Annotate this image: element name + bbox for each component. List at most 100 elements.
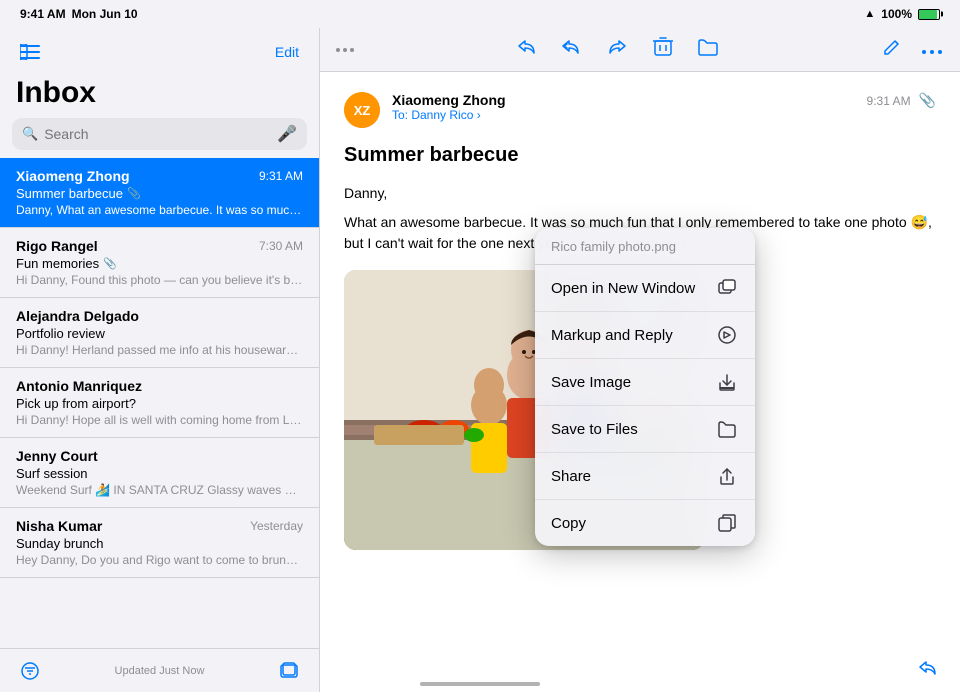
- filter-button[interactable]: [16, 657, 44, 685]
- share-label: Share: [551, 468, 591, 485]
- email-preview-2: Hi Danny, Found this photo — can you bel…: [16, 273, 303, 287]
- share-icon: [715, 464, 739, 488]
- context-menu-save-image[interactable]: Save Image: [535, 359, 755, 406]
- sidebar-icon: [20, 44, 40, 60]
- email-header-6: Nisha Kumar Yesterday: [16, 518, 303, 534]
- drag-handle: [336, 48, 354, 52]
- email-sender-1: Xiaomeng Zhong: [16, 168, 130, 184]
- context-menu-open-new-window[interactable]: Open in New Window: [535, 265, 755, 312]
- email-subject-4: Pick up from airport?: [16, 396, 303, 411]
- email-subject-2: Fun memories 📎: [16, 256, 303, 271]
- save-image-label: Save Image: [551, 374, 631, 391]
- email-header-4: Antonio Manriquez: [16, 378, 303, 394]
- copy-label: Copy: [551, 515, 586, 532]
- email-meta-right: 9:31 AM 📎: [867, 92, 936, 109]
- email-item-5[interactable]: Jenny Court Surf session Weekend Surf 🏄 …: [0, 438, 319, 508]
- move-button[interactable]: [695, 35, 721, 64]
- microphone-icon[interactable]: 🎤: [277, 124, 297, 144]
- battery-fill: [919, 10, 937, 19]
- email-sender-5: Jenny Court: [16, 448, 98, 464]
- email-time-2: 7:30 AM: [259, 239, 303, 253]
- email-header-5: Jenny Court: [16, 448, 303, 464]
- email-subject-5: Surf session: [16, 466, 303, 481]
- paperclip-icon-1: 📎: [127, 187, 141, 200]
- email-item-4[interactable]: Antonio Manriquez Pick up from airport? …: [0, 368, 319, 438]
- forward-icon: [607, 36, 629, 58]
- sidebar-footer: Updated Just Now: [0, 648, 319, 692]
- email-item-2[interactable]: Rigo Rangel 7:30 AM Fun memories 📎 Hi Da…: [0, 228, 319, 298]
- edit-button[interactable]: Edit: [271, 40, 303, 64]
- context-menu-markup-reply[interactable]: Markup and Reply: [535, 312, 755, 359]
- updated-text: Updated Just Now: [115, 665, 205, 677]
- markup-reply-label: Markup and Reply: [551, 327, 673, 344]
- reply-icon: [515, 36, 537, 58]
- battery-icon: [918, 9, 940, 20]
- wifi-icon: ▲: [864, 8, 875, 20]
- save-to-files-label: Save to Files: [551, 421, 638, 438]
- email-list: Xiaomeng Zhong 9:31 AM Summer barbecue 📎…: [0, 158, 319, 648]
- email-header-1: Xiaomeng Zhong 9:31 AM: [16, 168, 303, 184]
- email-sender-4: Antonio Manriquez: [16, 378, 142, 394]
- copy-icon: [715, 511, 739, 535]
- status-time: 9:41 AM: [20, 7, 66, 21]
- stack-icon-button[interactable]: [275, 657, 303, 685]
- status-bar-right: ▲ 100%: [864, 7, 940, 21]
- search-bar[interactable]: 🔍 🎤: [12, 118, 307, 150]
- markup-reply-icon: [715, 323, 739, 347]
- context-menu-share[interactable]: Share: [535, 453, 755, 500]
- status-bar-left: 9:41 AM Mon Jun 10: [20, 7, 138, 21]
- paperclip-icon-2: 📎: [103, 257, 117, 270]
- email-view: XZ Xiaomeng Zhong To: Danny Rico › 9:31 …: [320, 28, 960, 692]
- email-subject-6: Sunday brunch: [16, 536, 303, 551]
- battery-percent: 100%: [881, 7, 912, 21]
- home-indicator: [420, 682, 540, 686]
- email-from: Xiaomeng Zhong: [392, 92, 855, 108]
- email-sender-6: Nisha Kumar: [16, 518, 102, 534]
- context-menu: Rico family photo.png Open in New Window…: [535, 228, 755, 546]
- search-icon: 🔍: [22, 126, 38, 142]
- open-new-window-icon: [715, 276, 739, 300]
- email-item-1[interactable]: Xiaomeng Zhong 9:31 AM Summer barbecue 📎…: [0, 158, 319, 228]
- email-header-2: Rigo Rangel 7:30 AM: [16, 238, 303, 254]
- email-to: To: Danny Rico ›: [392, 108, 855, 122]
- email-header-3: Alejandra Delgado: [16, 308, 303, 324]
- save-to-files-icon: [715, 417, 739, 441]
- email-preview-1: Danny, What an awesome barbecue. It was …: [16, 203, 303, 217]
- forward-button[interactable]: [605, 34, 631, 65]
- compose-button[interactable]: [880, 35, 904, 64]
- email-meta: XZ Xiaomeng Zhong To: Danny Rico › 9:31 …: [344, 92, 936, 128]
- email-preview-3: Hi Danny! Herland passed me info at his …: [16, 343, 303, 357]
- status-bar: 9:41 AM Mon Jun 10 ▲ 100%: [0, 0, 960, 28]
- reply-all-icon: [561, 36, 583, 58]
- email-sender-2: Rigo Rangel: [16, 238, 98, 254]
- delete-button[interactable]: [651, 34, 675, 65]
- more-button[interactable]: [920, 35, 944, 64]
- reply-footer-button[interactable]: [914, 655, 940, 686]
- search-input[interactable]: [44, 126, 271, 142]
- folder-icon: [697, 37, 719, 57]
- more-icon: [922, 49, 942, 55]
- toolbar-actions: [513, 34, 721, 65]
- svg-text:XZ: XZ: [354, 103, 371, 118]
- context-menu-filename: Rico family photo.png: [551, 239, 676, 254]
- email-item-6[interactable]: Nisha Kumar Yesterday Sunday brunch Hey …: [0, 508, 319, 578]
- email-preview-6: Hey Danny, Do you and Rigo want to come …: [16, 553, 303, 567]
- inbox-title: Inbox: [0, 72, 319, 118]
- email-item-3[interactable]: Alejandra Delgado Portfolio review Hi Da…: [0, 298, 319, 368]
- reply-button[interactable]: [513, 34, 539, 65]
- compose-stack-icon: [279, 661, 299, 681]
- email-received-time: 9:31 AM: [867, 94, 911, 108]
- reply-all-button[interactable]: [559, 34, 585, 65]
- status-date: Mon Jun 10: [72, 7, 138, 21]
- filter-icon: [20, 661, 40, 681]
- email-view-toolbar: [320, 28, 960, 72]
- context-menu-copy[interactable]: Copy: [535, 500, 755, 546]
- context-menu-save-to-files[interactable]: Save to Files: [535, 406, 755, 453]
- sidebar: Edit Inbox 🔍 🎤 Xiaomeng Zhong 9:31 AM Su…: [0, 28, 320, 692]
- sidebar-toolbar: Edit: [0, 28, 319, 72]
- email-preview-5: Weekend Surf 🏄 IN SANTA CRUZ Glassy wave…: [16, 483, 303, 497]
- sidebar-toggle-button[interactable]: [16, 40, 44, 64]
- context-menu-header: Rico family photo.png: [535, 228, 755, 265]
- email-subject-main: Summer barbecue: [344, 144, 936, 167]
- email-sender-3: Alejandra Delgado: [16, 308, 139, 324]
